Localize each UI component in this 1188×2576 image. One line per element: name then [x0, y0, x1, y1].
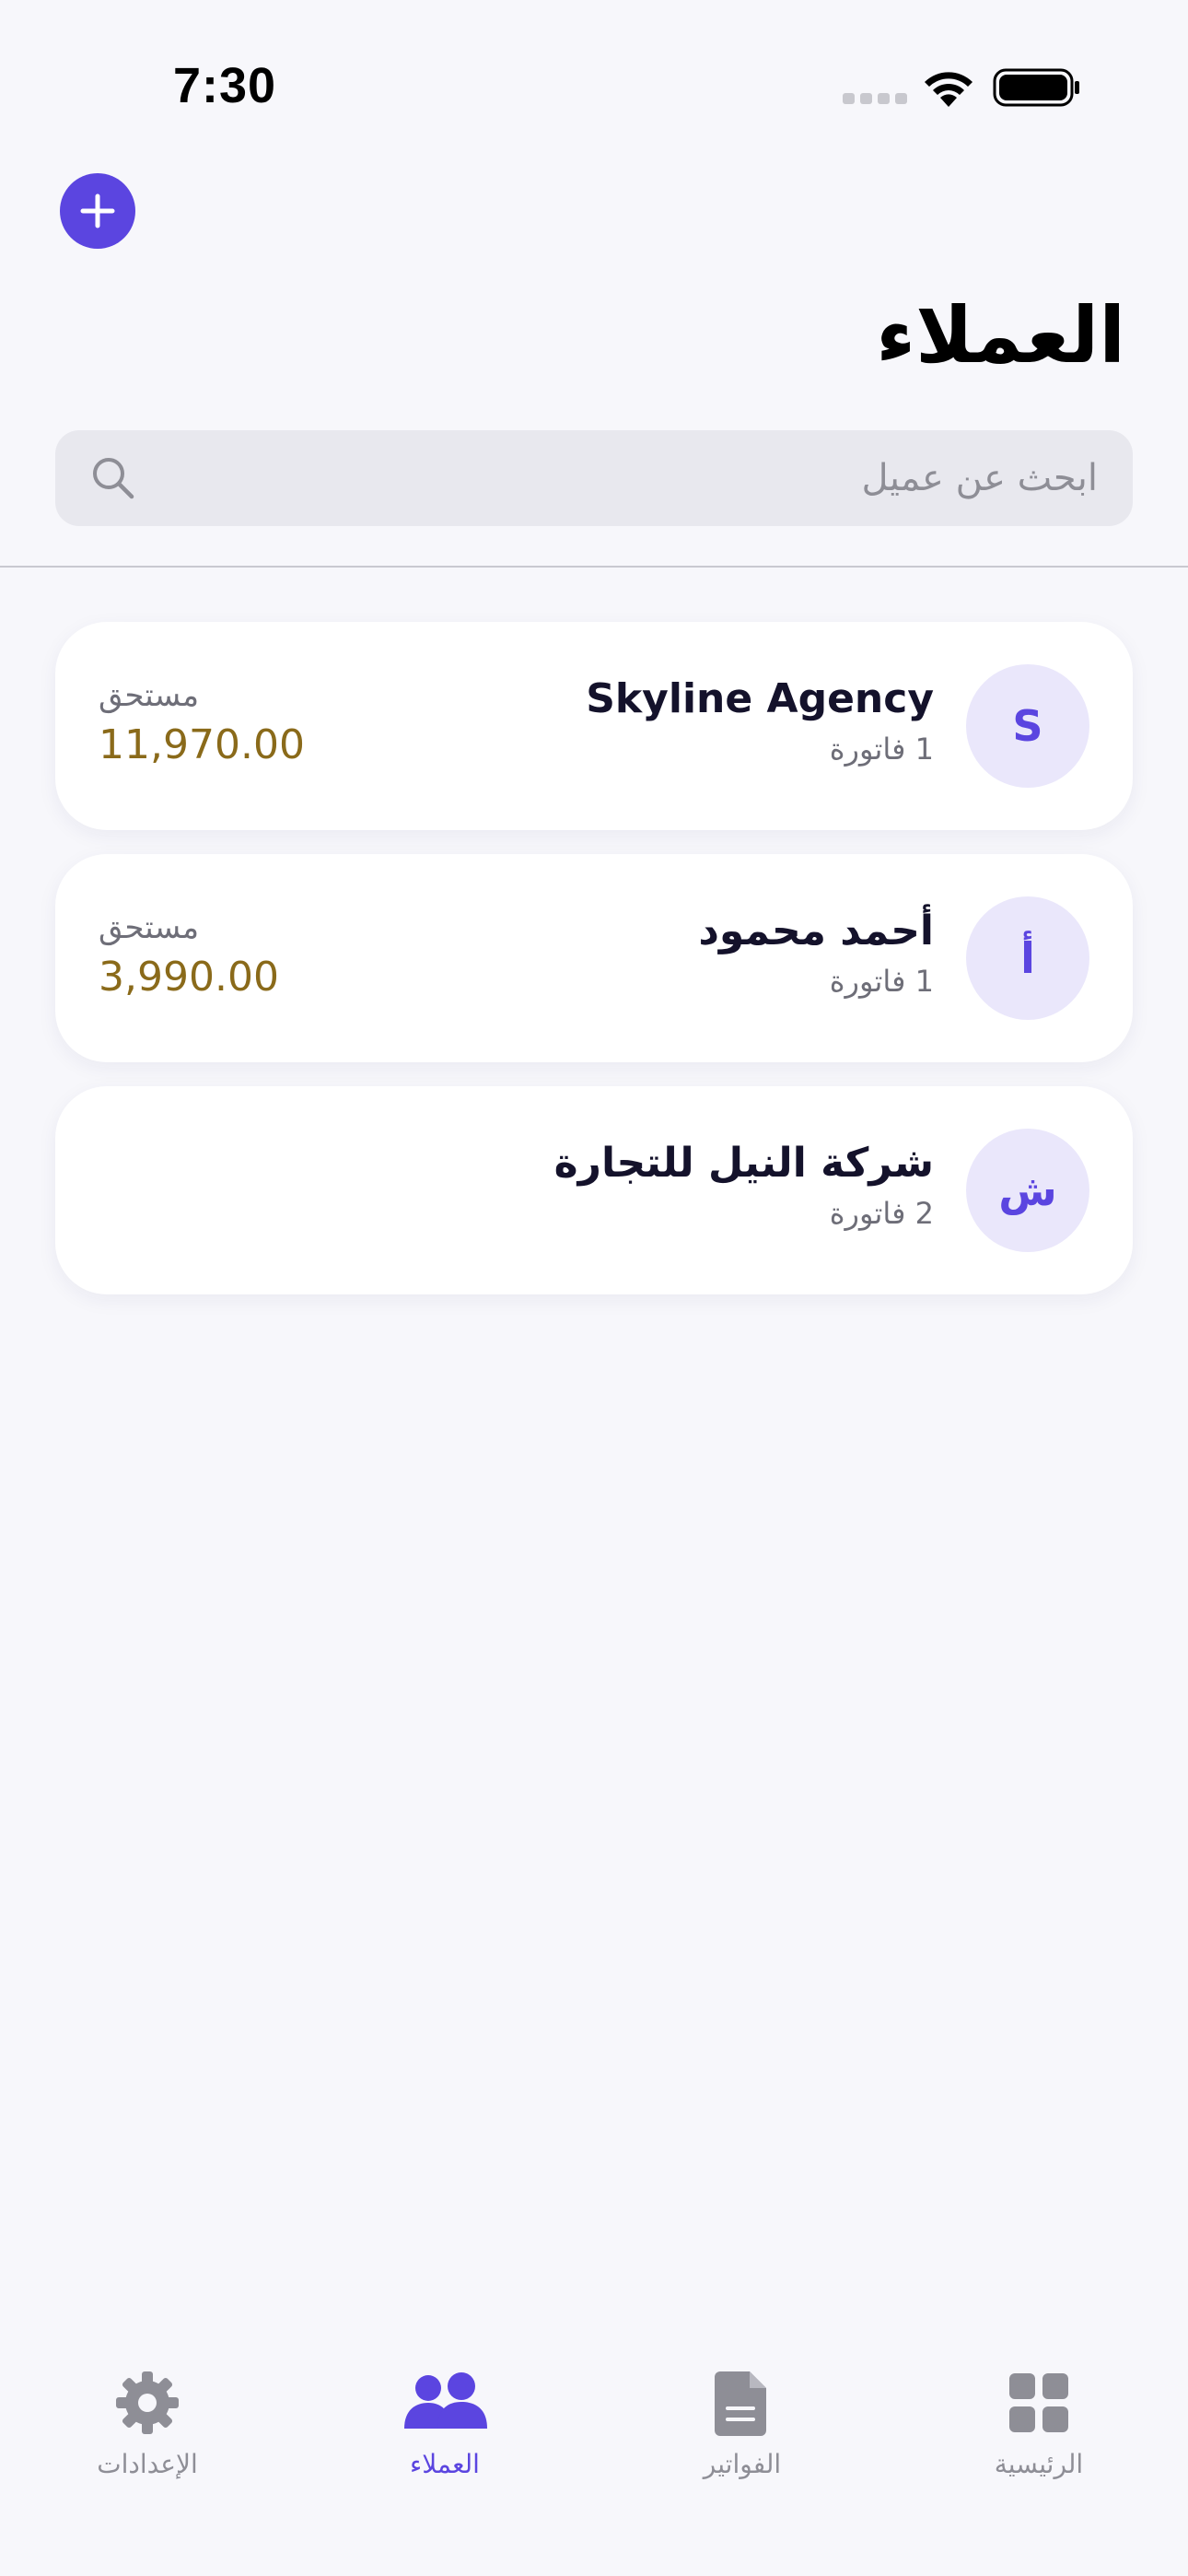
document-icon: [715, 2371, 766, 2436]
search-bar[interactable]: [55, 430, 1133, 526]
due-label: مستحق: [99, 677, 200, 714]
header-divider: [0, 566, 1188, 568]
tab-clients[interactable]: العملاء: [344, 2340, 546, 2479]
status-time: 7:30: [173, 58, 277, 113]
client-card-skyline[interactable]: S Skyline Agency 1 فاتورة مستحق 11,970.0…: [55, 622, 1133, 830]
avatar: أ: [966, 896, 1089, 1020]
client-info: أحمد محمود 1 فاتورة: [698, 907, 934, 999]
client-name: أحمد محمود: [698, 907, 934, 954]
avatar: ش: [966, 1129, 1089, 1252]
tab-settings[interactable]: الإعدادات: [46, 2340, 249, 2479]
client-list: S Skyline Agency 1 فاتورة مستحق 11,970.0…: [55, 622, 1133, 1318]
client-invoice-count: 1 فاتورة: [829, 732, 934, 767]
search-icon: [93, 458, 134, 499]
avatar: S: [966, 664, 1089, 788]
client-due: مستحق 11,970.00: [99, 677, 305, 768]
tab-label: الفواتير: [703, 2449, 782, 2479]
tab-invoices[interactable]: الفواتير: [641, 2340, 844, 2479]
people-icon: [404, 2372, 487, 2429]
due-amount: 11,970.00: [99, 721, 305, 768]
page-title: العملاء: [876, 290, 1125, 381]
grid-icon: [1009, 2373, 1068, 2432]
client-card-nile[interactable]: ش شركة النيل للتجارة 2 فاتورة: [55, 1086, 1133, 1294]
battery-icon: [993, 68, 1079, 107]
client-invoice-count: 1 فاتورة: [829, 964, 934, 999]
client-invoice-count: 2 فاتورة: [829, 1196, 934, 1231]
wifi-icon: [925, 72, 973, 107]
client-name: Skyline Agency: [586, 675, 934, 722]
tab-label: الرئيسية: [994, 2449, 1084, 2479]
client-due: مستحق 3,990.00: [99, 909, 279, 1001]
gear-icon: [116, 2371, 179, 2434]
search-input[interactable]: [136, 457, 1098, 499]
client-info: شركة النيل للتجارة 2 فاتورة: [554, 1140, 934, 1231]
due-label: مستحق: [99, 909, 200, 946]
due-amount: 3,990.00: [99, 954, 279, 1001]
plus-icon: [80, 193, 115, 228]
tab-label: العملاء: [410, 2449, 480, 2479]
client-info: Skyline Agency 1 فاتورة: [586, 675, 934, 767]
tab-home[interactable]: الرئيسية: [938, 2340, 1140, 2479]
add-client-button[interactable]: [60, 173, 135, 249]
tab-label: الإعدادات: [97, 2449, 198, 2479]
tab-bar: الإعدادات العملاء الفواتير الرئيسية: [0, 2340, 1188, 2576]
client-name: شركة النيل للتجارة: [553, 1140, 934, 1187]
status-bar: 7:30: [0, 0, 1188, 175]
cellular-signal-icon: [843, 93, 907, 104]
client-card-ahmed[interactable]: أ أحمد محمود 1 فاتورة مستحق 3,990.00: [55, 854, 1133, 1062]
